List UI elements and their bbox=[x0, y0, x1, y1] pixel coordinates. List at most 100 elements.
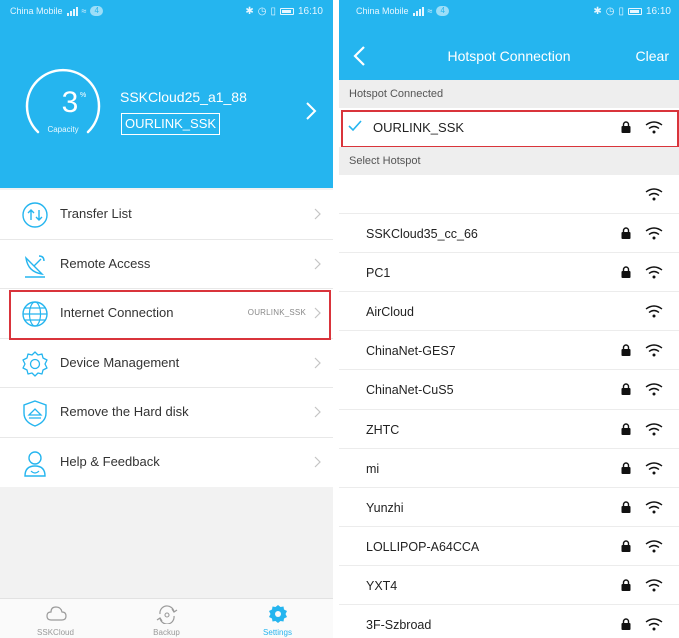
wifi-signal-icon bbox=[645, 540, 663, 553]
chevron-right-icon bbox=[314, 456, 321, 467]
section-header-connected: Hotspot Connected bbox=[339, 80, 679, 108]
notification-badge: 4 bbox=[90, 6, 103, 16]
transfer-icon bbox=[22, 202, 48, 228]
cloud-icon bbox=[45, 606, 67, 621]
tab-settings[interactable]: Settings bbox=[222, 599, 333, 638]
carrier-label: China Mobile bbox=[10, 6, 63, 16]
person-help-icon bbox=[24, 450, 46, 477]
hotspot-row[interactable]: SSKCloud35_cc_66 bbox=[339, 214, 679, 254]
chevron-right-icon[interactable] bbox=[303, 101, 319, 121]
signal-icon bbox=[412, 6, 424, 16]
checkmark-icon bbox=[348, 120, 362, 132]
signal-icon bbox=[66, 6, 78, 16]
hotspot-row[interactable] bbox=[339, 175, 679, 215]
hotspot-ssid: 3F-Szbroad bbox=[366, 618, 432, 633]
notification-badge: 4 bbox=[436, 6, 449, 16]
menu-item-label: Transfer List bbox=[60, 206, 132, 221]
menu-item-remote-access[interactable]: Remote Access bbox=[0, 240, 333, 289]
wifi-status-icon: ≈ bbox=[81, 6, 87, 16]
lock-icon bbox=[621, 344, 631, 357]
page-title: Hotspot Connection bbox=[447, 48, 571, 64]
hotspot-row[interactable]: Yunzhi bbox=[339, 487, 679, 527]
lock-icon bbox=[621, 266, 631, 279]
bluetooth-icon: ✱ bbox=[245, 5, 254, 17]
lock-icon bbox=[621, 121, 631, 133]
vibrate-icon: ▯ bbox=[270, 5, 276, 17]
menu-item-label: Internet Connection bbox=[60, 305, 174, 320]
menu-item-label: Remove the Hard disk bbox=[60, 404, 189, 419]
device-header: China Mobile ≈ 4 ✱ ◷ ▯ 16:10 3 % Capacit… bbox=[0, 0, 333, 188]
hotspot-row[interactable]: 3F-Szbroad bbox=[339, 605, 679, 638]
hotspot-ssid: LOLLIPOP-A64CCA bbox=[366, 539, 480, 554]
wifi-signal-icon bbox=[645, 227, 663, 240]
hotspot-row[interactable]: YXT4 bbox=[339, 565, 679, 606]
menu-item-device-management[interactable]: Device Management bbox=[0, 339, 333, 388]
wifi-signal-icon bbox=[645, 501, 663, 514]
hotspot-row[interactable]: ChinaNet-CuS5 bbox=[339, 370, 679, 410]
chevron-right-icon bbox=[314, 357, 321, 368]
hotspot-list: SSKCloud35_cc_66 PC1 AirCloud ChinaNet-GES7… bbox=[339, 175, 679, 638]
wifi-signal-icon bbox=[645, 383, 663, 396]
backup-icon bbox=[156, 605, 177, 624]
lock-icon bbox=[621, 422, 631, 435]
hotspot-connection-screen: China Mobile ≈ 4 ✱ ◷ ▯ 16:10 Hotspot Con… bbox=[339, 0, 679, 638]
gear-icon bbox=[22, 350, 48, 377]
menu-item-remove-hard-disk[interactable]: Remove the Hard disk bbox=[0, 388, 333, 438]
wifi-signal-icon bbox=[645, 305, 663, 318]
battery-icon bbox=[279, 7, 294, 15]
capacity-gauge: 3 % Capacity bbox=[22, 66, 104, 148]
hotspot-row[interactable]: LOLLIPOP-A64CCA bbox=[339, 526, 679, 566]
clock-time: 16:10 bbox=[645, 5, 671, 17]
wifi-signal-icon bbox=[645, 579, 663, 592]
tab-backup[interactable]: Backup bbox=[111, 599, 222, 638]
chevron-right-icon bbox=[314, 406, 321, 418]
hotspot-ssid: AirCloud bbox=[366, 305, 414, 320]
wifi-signal-icon bbox=[645, 188, 663, 201]
menu-item-label: Remote Access bbox=[60, 255, 151, 271]
lock-icon bbox=[621, 461, 631, 474]
tab-label: SSKCloud bbox=[37, 628, 74, 637]
section-header-select: Select Hotspot bbox=[339, 147, 679, 175]
connected-hotspot-row[interactable]: OURLINK_SSK bbox=[339, 108, 679, 148]
hotspot-row[interactable]: ChinaNet-GES7 bbox=[339, 331, 679, 371]
hotspot-row[interactable]: ZHTC bbox=[339, 409, 679, 449]
app-bar: China Mobile ≈ 4 ✱ ◷ ▯ 16:10 Hotspot Con… bbox=[339, 0, 679, 80]
menu-item-transfer-list[interactable]: Transfer List bbox=[0, 190, 333, 240]
capacity-unit: % bbox=[80, 92, 87, 99]
status-bar: China Mobile ≈ 4 ✱ ◷ ▯ 16:10 bbox=[0, 0, 333, 22]
globe-icon bbox=[22, 301, 48, 327]
lock-icon bbox=[621, 618, 631, 631]
hotspot-ssid: mi bbox=[366, 461, 380, 476]
wifi-status-icon: ≈ bbox=[427, 6, 433, 16]
vibrate-icon: ▯ bbox=[618, 5, 624, 17]
carrier-label: China Mobile bbox=[356, 6, 409, 16]
lock-icon bbox=[621, 501, 631, 513]
hotspot-ssid: ChinaNet-CuS5 bbox=[366, 383, 454, 398]
hotspot-ssid: Yunzhi bbox=[366, 500, 404, 515]
hotspot-row[interactable]: mi bbox=[339, 448, 679, 488]
capacity-label: Capacity bbox=[47, 125, 79, 134]
bottom-tab-bar: SSKCloud Backup Settings bbox=[0, 598, 333, 638]
hotspot-ssid: SSKCloud35_cc_66 bbox=[366, 227, 478, 242]
hotspot-row[interactable]: PC1 bbox=[339, 253, 679, 293]
menu-item-label: Help & Feedback bbox=[60, 453, 160, 469]
hotspot-ssid: YXT4 bbox=[366, 578, 398, 593]
tab-label: Backup bbox=[153, 628, 180, 637]
settings-icon bbox=[268, 605, 287, 623]
settings-menu: Transfer List Remote Access Internet Con… bbox=[0, 190, 333, 487]
wifi-signal-icon bbox=[645, 266, 663, 279]
menu-item-internet-connection[interactable]: Internet Connection OURLINK_SSK bbox=[0, 289, 333, 340]
lock-icon bbox=[621, 227, 631, 240]
lock-icon bbox=[621, 540, 631, 552]
clear-button[interactable]: Clear bbox=[636, 48, 669, 64]
wifi-signal-icon bbox=[645, 461, 663, 475]
chevron-right-icon bbox=[314, 258, 321, 269]
hotspot-row[interactable]: AirCloud bbox=[339, 292, 679, 332]
wifi-signal-icon bbox=[645, 618, 663, 631]
hotspot-ssid: ChinaNet-GES7 bbox=[366, 344, 456, 359]
device-name: SSKCloud25_a1_88 bbox=[120, 89, 247, 105]
tab-sskcloud[interactable]: SSKCloud bbox=[0, 599, 111, 638]
menu-item-help-feedback[interactable]: Help & Feedback bbox=[0, 438, 333, 488]
lock-icon bbox=[621, 383, 631, 396]
status-bar: China Mobile ≈ 4 ✱ ◷ ▯ 16:10 bbox=[339, 0, 679, 22]
